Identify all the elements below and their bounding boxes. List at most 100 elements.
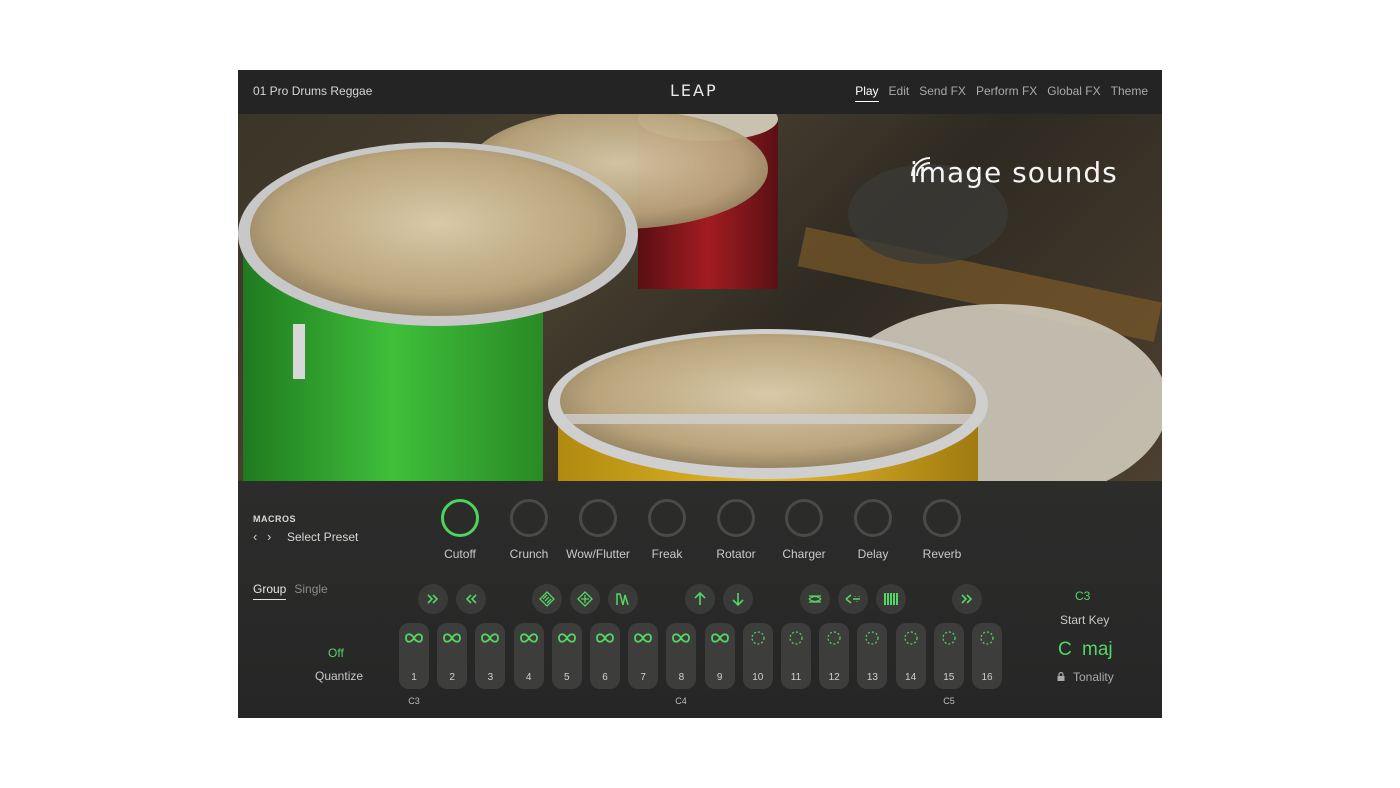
- pad-14[interactable]: 14: [895, 623, 926, 689]
- swap-arrows-button[interactable]: [800, 584, 830, 614]
- grid-diagonal-button[interactable]: [532, 584, 562, 614]
- select-preset-button[interactable]: Select Preset: [287, 530, 358, 544]
- knob-dial[interactable]: [510, 499, 548, 537]
- pad-11[interactable]: 11: [781, 623, 811, 689]
- scatter-arrows-icon: [845, 594, 860, 604]
- pad-3[interactable]: 3: [475, 623, 506, 689]
- bars-button[interactable]: [876, 584, 906, 614]
- knob-crunch[interactable]: Crunch: [494, 499, 564, 561]
- tab-group[interactable]: Group: [253, 582, 287, 600]
- pad-6[interactable]: 6: [590, 623, 620, 689]
- loop-icon: [481, 633, 500, 643]
- grid-diagonal-alt-icon: [577, 591, 593, 607]
- pad-2[interactable]: 2: [437, 623, 468, 689]
- loop-icon: [519, 633, 538, 643]
- mode-tabs: Group Single: [253, 582, 328, 600]
- scale-type[interactable]: maj: [1082, 639, 1113, 661]
- signal-waves-icon: [911, 157, 931, 177]
- bars-icon: [884, 593, 898, 605]
- one-shot-icon: [942, 631, 956, 645]
- brand-logo: image sounds: [910, 156, 1118, 189]
- knob-dial[interactable]: [441, 499, 479, 537]
- rewind-double-icon: [465, 594, 477, 604]
- pad-7[interactable]: 7: [628, 623, 659, 689]
- knob-dial[interactable]: [923, 499, 961, 537]
- pad-number: 14: [905, 672, 917, 683]
- performance-panel: MACROS ‹ › Select Preset Cutoff Crunch W…: [238, 481, 1162, 718]
- knob-dial[interactable]: [854, 499, 892, 537]
- knob-dial[interactable]: [717, 499, 755, 537]
- start-key-value[interactable]: C3: [1075, 589, 1090, 603]
- tab-edit[interactable]: Edit: [889, 84, 910, 102]
- envelope-shape-icon: [616, 593, 629, 606]
- loop-icon: [596, 633, 614, 643]
- brand-text: image sounds: [910, 156, 1118, 189]
- knob-reverb[interactable]: Reverb: [907, 499, 977, 561]
- macros-title: MACROS: [253, 514, 296, 524]
- one-shot-icon: [980, 631, 994, 645]
- hero-image: image sounds: [238, 114, 1162, 481]
- knob-dial[interactable]: [648, 499, 686, 537]
- loop-icon: [634, 633, 653, 643]
- knob-label: Wow/Flutter: [566, 547, 630, 561]
- rewind-double-button[interactable]: [456, 584, 486, 614]
- knob-wow-flutter[interactable]: Wow/Flutter: [563, 499, 633, 561]
- tab-play[interactable]: Play: [855, 84, 879, 102]
- loop-icon: [405, 633, 423, 643]
- knob-charger[interactable]: Charger: [769, 499, 839, 561]
- tab-global-fx[interactable]: Global FX: [1047, 84, 1100, 102]
- tab-send-fx[interactable]: Send FX: [919, 84, 966, 102]
- pad-15[interactable]: 15: [933, 623, 964, 689]
- arrow-up-button[interactable]: [685, 584, 715, 614]
- pad-number: 8: [678, 672, 685, 683]
- arrow-down-button[interactable]: [723, 584, 753, 614]
- pad-number: 7: [640, 672, 646, 683]
- chevron-left-icon[interactable]: ‹: [253, 529, 263, 544]
- knob-cutoff[interactable]: Cutoff: [425, 499, 495, 561]
- knob-rotator[interactable]: Rotator: [701, 499, 771, 561]
- pad-10[interactable]: 10: [742, 623, 773, 689]
- knob-delay[interactable]: Delay: [838, 499, 908, 561]
- leap-logo: LEAP: [670, 81, 718, 100]
- lock-icon[interactable]: [1057, 672, 1065, 681]
- envelope-shape-button[interactable]: [608, 584, 638, 614]
- scale-root[interactable]: C: [1058, 639, 1072, 661]
- forward-double-button[interactable]: [418, 584, 448, 614]
- knob-dial[interactable]: [579, 499, 617, 537]
- knob-freak[interactable]: Freak: [632, 499, 702, 561]
- pad-4[interactable]: 4: [513, 623, 544, 689]
- pad-8[interactable]: 8: [666, 623, 697, 689]
- pad-1[interactable]: 1: [399, 623, 429, 689]
- pad-number: 11: [790, 672, 802, 683]
- grid-diagonal-icon: [539, 591, 555, 607]
- knob-label: Freak: [651, 547, 683, 561]
- knob-label: Crunch: [509, 547, 549, 561]
- quantize-value[interactable]: Off: [328, 646, 344, 660]
- knob-label: Delay: [857, 547, 889, 561]
- pad-13[interactable]: 13: [857, 623, 888, 689]
- loop-icon: [672, 633, 691, 643]
- pad-16[interactable]: 16: [972, 623, 1002, 689]
- preset-name[interactable]: 01 Pro Drums Reggae: [253, 84, 372, 98]
- tab-single[interactable]: Single: [294, 582, 327, 600]
- grid-diagonal-alt-button[interactable]: [570, 584, 600, 614]
- main-nav: Play Edit Send FX Perform FX Global FX T…: [855, 84, 1148, 102]
- one-shot-icon: [827, 631, 841, 645]
- pad-12[interactable]: 12: [819, 623, 850, 689]
- tab-perform-fx[interactable]: Perform FX: [976, 84, 1037, 102]
- header-bar: 01 Pro Drums Reggae LEAP Play Edit Send …: [238, 70, 1162, 114]
- pad-5[interactable]: 5: [551, 623, 582, 689]
- forward-double-icon: [961, 594, 973, 604]
- tab-theme[interactable]: Theme: [1111, 84, 1148, 102]
- pad-number: 13: [866, 672, 878, 683]
- pad-9[interactable]: 9: [704, 623, 735, 689]
- forward-double-button-right[interactable]: [952, 584, 982, 614]
- scatter-arrows-button[interactable]: [838, 584, 868, 614]
- one-shot-icon: [751, 631, 765, 645]
- loop-icon: [443, 633, 462, 643]
- pad-number: 12: [828, 672, 840, 683]
- knob-dial[interactable]: [785, 499, 823, 537]
- pad-number: 9: [716, 672, 723, 683]
- pad-number: 15: [943, 672, 955, 683]
- chevron-right-icon[interactable]: ›: [267, 529, 277, 544]
